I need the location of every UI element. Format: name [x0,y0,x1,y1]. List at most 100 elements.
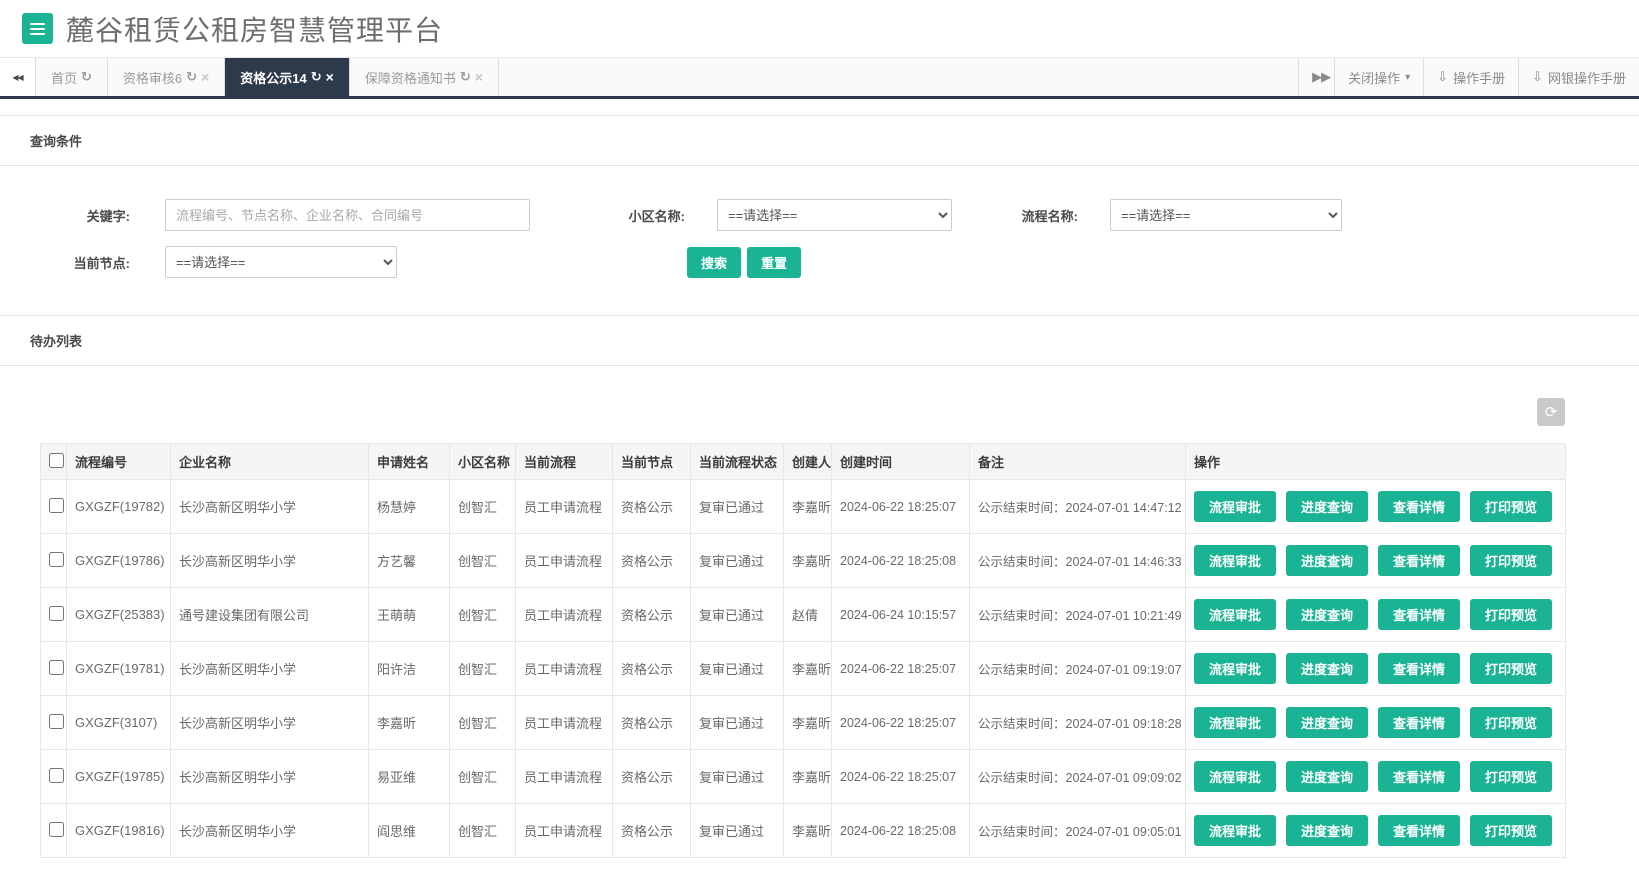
table-header-row: 流程编号 企业名称 申请姓名 小区名称 当前流程 当前节点 当前流程状态 创建人 创建时间 备注操… [40,443,1566,480]
tab-label: 保障资格通知书 [364,70,456,86]
tab-home[interactable]: 首页 ↻ [36,58,108,96]
cell-actions: 流程审批 进度查询 查看详情 打印预览 [1185,803,1566,858]
cell-current-node: 资格公示 [612,803,691,858]
close-operations-label: 关闭操作 [1348,70,1401,86]
row-action-button[interactable]: 流程审批 [1194,653,1276,684]
row-action-button[interactable]: 查看详情 [1378,707,1460,738]
app-title: 麓谷租赁公租房智慧管理平台 [66,14,444,46]
cell-company-name: 长沙高新区明华小学 [170,479,369,534]
current-node-select[interactable]: ==请选择== [165,246,397,278]
refresh-table-button[interactable]: ⟳ [1537,398,1565,426]
cell-process-status: 复审已通过 [690,749,784,804]
row-checkbox[interactable] [49,497,64,513]
cell-creator: 李嘉昕 [783,803,832,858]
row-action-button[interactable]: 进度查询 [1286,707,1368,738]
cell-checkbox [40,641,67,696]
cell-current-process: 员工申请流程 [515,803,613,858]
community-label: 小区名称: [628,208,685,224]
table-row: GXGZF(25383) 通号建设集团有限公司 王萌萌 创智汇 员工申请流程 资… [40,587,1566,642]
cell-creator: 李嘉昕 [783,749,832,804]
row-checkbox[interactable] [49,605,64,621]
row-action-button[interactable]: 打印预览 [1470,653,1552,684]
tab-refresh-icon[interactable]: ↻ [460,69,471,85]
cell-process-status: 复审已通过 [690,533,784,588]
tab-qualification-publicity[interactable]: 资格公示14 ↻ × [225,58,350,96]
row-action-button[interactable]: 查看详情 [1378,599,1460,630]
row-action-button[interactable]: 流程审批 [1194,491,1276,522]
tab-guarantee-qualification-notice[interactable]: 保障资格通知书 ↻ × [350,58,499,96]
row-action-button[interactable]: 打印预览 [1470,545,1552,576]
keyword-input[interactable] [165,199,530,231]
cell-remark: 公示结束时间：2024-07-01 14:46:33 [969,533,1186,588]
cell-applicant-name: 方艺馨 [368,533,450,588]
row-actions: 流程审批 进度查询 查看详情 打印预览 [1194,599,1557,630]
cell-applicant-name: 李嘉昕 [368,695,450,750]
double-left-chevron-icon: ◀◀ [12,72,23,82]
cell-applicant-name: 易亚维 [368,749,450,804]
row-actions: 流程审批 进度查询 查看详情 打印预览 [1194,653,1557,684]
cell-applicant-name: 杨慧婷 [368,479,450,534]
tab-refresh-icon[interactable]: ↻ [81,69,92,85]
row-action-button[interactable]: 打印预览 [1470,761,1552,792]
row-checkbox[interactable] [49,551,64,567]
table-row: GXGZF(3107) 长沙高新区明华小学 李嘉昕 创智汇 员工申请流程 资格公… [40,695,1566,750]
row-checkbox[interactable] [49,713,64,729]
row-action-button[interactable]: 查看详情 [1378,491,1460,522]
row-action-button[interactable]: 流程审批 [1194,815,1276,846]
cell-flow-number: GXGZF(25383) [66,587,171,642]
bank-operation-manual-label: 网银操作手册 [1547,70,1626,86]
row-action-button[interactable]: 进度查询 [1286,491,1368,522]
row-action-button[interactable]: 查看详情 [1378,653,1460,684]
download-icon: ⇩ [1437,69,1449,84]
cell-current-node: 资格公示 [612,749,691,804]
tab-qualification-review[interactable]: 资格审核6 ↻ × [108,58,226,96]
tab-close-icon[interactable]: × [201,69,209,85]
community-select[interactable]: ==请选择== [717,199,952,231]
bank-operation-manual-button[interactable]: ⇩ 网银操作手册 [1518,58,1639,96]
process-name-select[interactable]: ==请选择== [1110,199,1342,231]
row-action-button[interactable]: 打印预览 [1470,815,1552,846]
row-action-button[interactable]: 流程审批 [1194,545,1276,576]
tab-close-icon[interactable]: × [475,69,483,85]
row-checkbox[interactable] [49,821,64,837]
cell-actions: 流程审批 进度查询 查看详情 打印预览 [1185,533,1566,588]
row-action-button[interactable]: 查看详情 [1378,761,1460,792]
row-action-button[interactable]: 进度查询 [1286,815,1368,846]
column-header: 创建人 [783,443,832,480]
tab-refresh-icon[interactable]: ↻ [186,69,197,85]
row-action-button[interactable]: 流程审批 [1194,707,1276,738]
table-row: GXGZF(19781) 长沙高新区明华小学 阳许洁 创智汇 员工申请流程 资格… [40,641,1566,696]
cell-checkbox [40,749,67,804]
cell-checkbox [40,695,67,750]
row-action-button[interactable]: 进度查询 [1286,761,1368,792]
row-action-button[interactable]: 进度查询 [1286,653,1368,684]
row-action-button[interactable]: 进度查询 [1286,599,1368,630]
tab-close-icon[interactable]: × [326,69,334,85]
cell-creator: 李嘉昕 [783,533,832,588]
search-button[interactable]: 搜索 [687,246,742,278]
row-actions: 流程审批 进度查询 查看详情 打印预览 [1194,761,1557,792]
row-action-button[interactable]: 查看详情 [1378,815,1460,846]
row-checkbox[interactable] [49,767,64,783]
tab-refresh-icon[interactable]: ↻ [311,69,322,85]
cell-applicant-name: 阎思维 [368,803,450,858]
row-checkbox[interactable] [49,659,64,675]
select-all-checkbox[interactable] [49,452,64,468]
reset-button[interactable]: 重置 [747,246,802,278]
cell-remark: 公示结束时间：2024-07-01 09:09:02 [969,749,1186,804]
operation-manual-label: 操作手册 [1453,70,1506,86]
row-action-button[interactable]: 打印预览 [1470,707,1552,738]
row-action-button[interactable]: 流程审批 [1194,761,1276,792]
operation-manual-button[interactable]: ⇩ 操作手册 [1423,58,1519,96]
row-action-button[interactable]: 流程审批 [1194,599,1276,630]
row-action-button[interactable]: 打印预览 [1470,599,1552,630]
row-action-button[interactable]: 进度查询 [1286,545,1368,576]
row-action-button[interactable]: 打印预览 [1470,491,1552,522]
scroll-tabs-left-button[interactable]: ◀◀ [0,58,36,96]
row-action-button[interactable]: 查看详情 [1378,545,1460,576]
refresh-icon: ⟳ [1544,404,1558,421]
menu-toggle-button[interactable] [22,13,53,44]
tabs: 首页 ↻ 资格审核6 ↻ × 资格公示14 ↻ × 保障资格通知书 ↻ × [36,58,499,96]
close-operations-button[interactable]: 关闭操作 ▾ [1334,58,1424,96]
scroll-tabs-right-button[interactable]: ▶▶ [1298,58,1335,96]
